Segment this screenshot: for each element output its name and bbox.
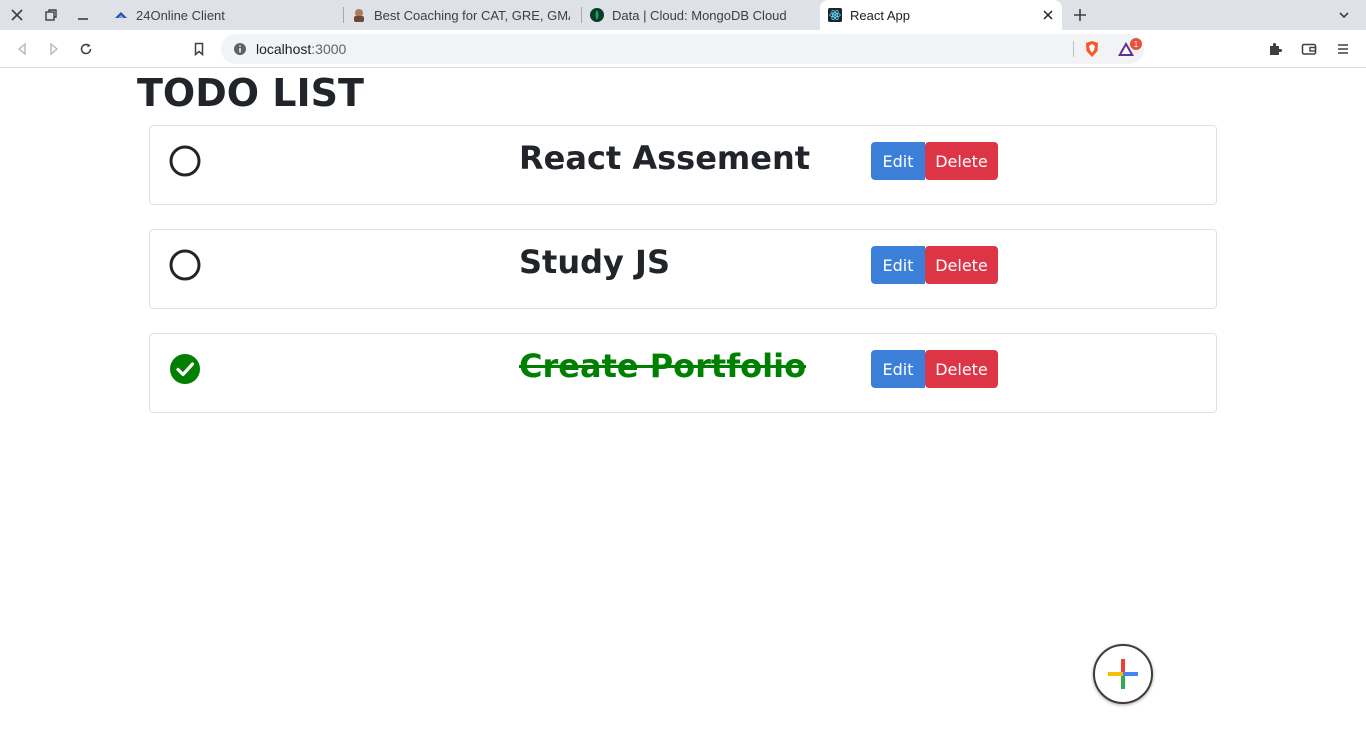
url-text[interactable]: localhost:3000: [256, 41, 346, 57]
checked-circle-icon[interactable]: [169, 353, 201, 385]
tab-title: Data | Cloud: MongoDB Cloud: [612, 7, 787, 23]
brave-rewards-icon[interactable]: 1: [1117, 38, 1142, 58]
edit-button[interactable]: Edit: [871, 142, 925, 180]
tab-search-button[interactable]: [1332, 3, 1356, 27]
forward-button[interactable]: [42, 37, 66, 61]
tab-title: Best Coaching for CAT, GRE, GMAT, ...: [374, 7, 570, 23]
restore-icon: [45, 9, 57, 21]
wallet-button[interactable]: [1297, 37, 1321, 61]
delete-button[interactable]: Delete: [925, 142, 998, 180]
todo-text: Study JS: [519, 243, 670, 281]
browser-toolbar: localhost:3000 1: [0, 30, 1366, 68]
tab-strip: 24Online Client Best Coaching for CAT, G…: [0, 0, 1366, 30]
puzzle-icon: [1270, 43, 1282, 55]
site-info-icon[interactable]: [232, 41, 248, 57]
todo-item: Create Portfolio Edit Delete: [149, 333, 1217, 413]
todo-actions: Edit Delete: [871, 246, 998, 284]
page-content: TODO LIST React Assement Edit Delete Stu…: [0, 69, 1366, 746]
minimize-icon: [78, 18, 88, 20]
minimize-window-button[interactable]: [67, 0, 99, 30]
add-todo-button[interactable]: [1093, 644, 1153, 704]
edit-button[interactable]: Edit: [871, 246, 925, 284]
tab-coaching[interactable]: Best Coaching for CAT, GRE, GMAT, ...: [344, 0, 580, 30]
back-icon: [17, 42, 26, 56]
delete-button[interactable]: Delete: [925, 246, 998, 284]
todo-actions: Edit Delete: [871, 142, 998, 180]
delete-button[interactable]: Delete: [925, 350, 998, 388]
close-tab-button[interactable]: [1040, 7, 1056, 23]
close-icon: [11, 9, 23, 21]
todo-item: React Assement Edit Delete: [149, 125, 1217, 205]
brave-shields-icon[interactable]: [1083, 40, 1101, 58]
bookmark-button[interactable]: [187, 37, 211, 61]
menu-button[interactable]: [1331, 37, 1355, 61]
tab-mongodb[interactable]: Data | Cloud: MongoDB Cloud: [582, 0, 818, 30]
avatar-icon: [352, 8, 366, 22]
close-icon: [1043, 10, 1053, 20]
todo-actions: Edit Delete: [871, 350, 998, 388]
extensions-button[interactable]: [1263, 37, 1287, 61]
restore-window-button[interactable]: [35, 0, 67, 30]
todo-item: Study JS Edit Delete: [149, 229, 1217, 309]
plus-icon: [1108, 659, 1138, 689]
todo-text: Create Portfolio: [519, 347, 807, 385]
chevron-down-icon: [1339, 12, 1349, 19]
plus-icon: [1074, 9, 1086, 21]
rewards-badge: 1: [1130, 38, 1142, 50]
forward-icon: [50, 42, 59, 56]
24online-icon: [114, 8, 128, 22]
reload-icon: [80, 43, 92, 55]
address-bar[interactable]: localhost:3000 1: [221, 34, 1144, 64]
back-button[interactable]: [10, 37, 34, 61]
edit-button[interactable]: Edit: [871, 350, 925, 388]
new-tab-button[interactable]: [1068, 3, 1092, 27]
todo-text: React Assement: [519, 139, 811, 177]
hamburger-menu-icon: [1338, 44, 1348, 54]
unchecked-circle-icon[interactable]: [169, 145, 201, 177]
close-window-button[interactable]: [1, 0, 33, 30]
tab-title: 24Online Client: [136, 7, 225, 23]
tab-title: React App: [850, 7, 910, 23]
todo-list: React Assement Edit Delete Study JS Edit…: [149, 125, 1217, 437]
page-title: TODO LIST: [137, 71, 364, 115]
tab-24online[interactable]: 24Online Client: [106, 0, 342, 30]
bookmark-icon: [194, 42, 204, 56]
url-port: :3000: [311, 41, 347, 57]
reload-button[interactable]: [74, 37, 98, 61]
wallet-icon: [1301, 43, 1317, 55]
address-bar-divider: [1073, 41, 1074, 57]
react-icon: [828, 8, 842, 22]
url-host: localhost: [256, 41, 312, 57]
tab-react-app[interactable]: React App: [820, 0, 1062, 30]
mongodb-leaf-icon: [590, 8, 604, 22]
unchecked-circle-icon[interactable]: [169, 249, 201, 281]
